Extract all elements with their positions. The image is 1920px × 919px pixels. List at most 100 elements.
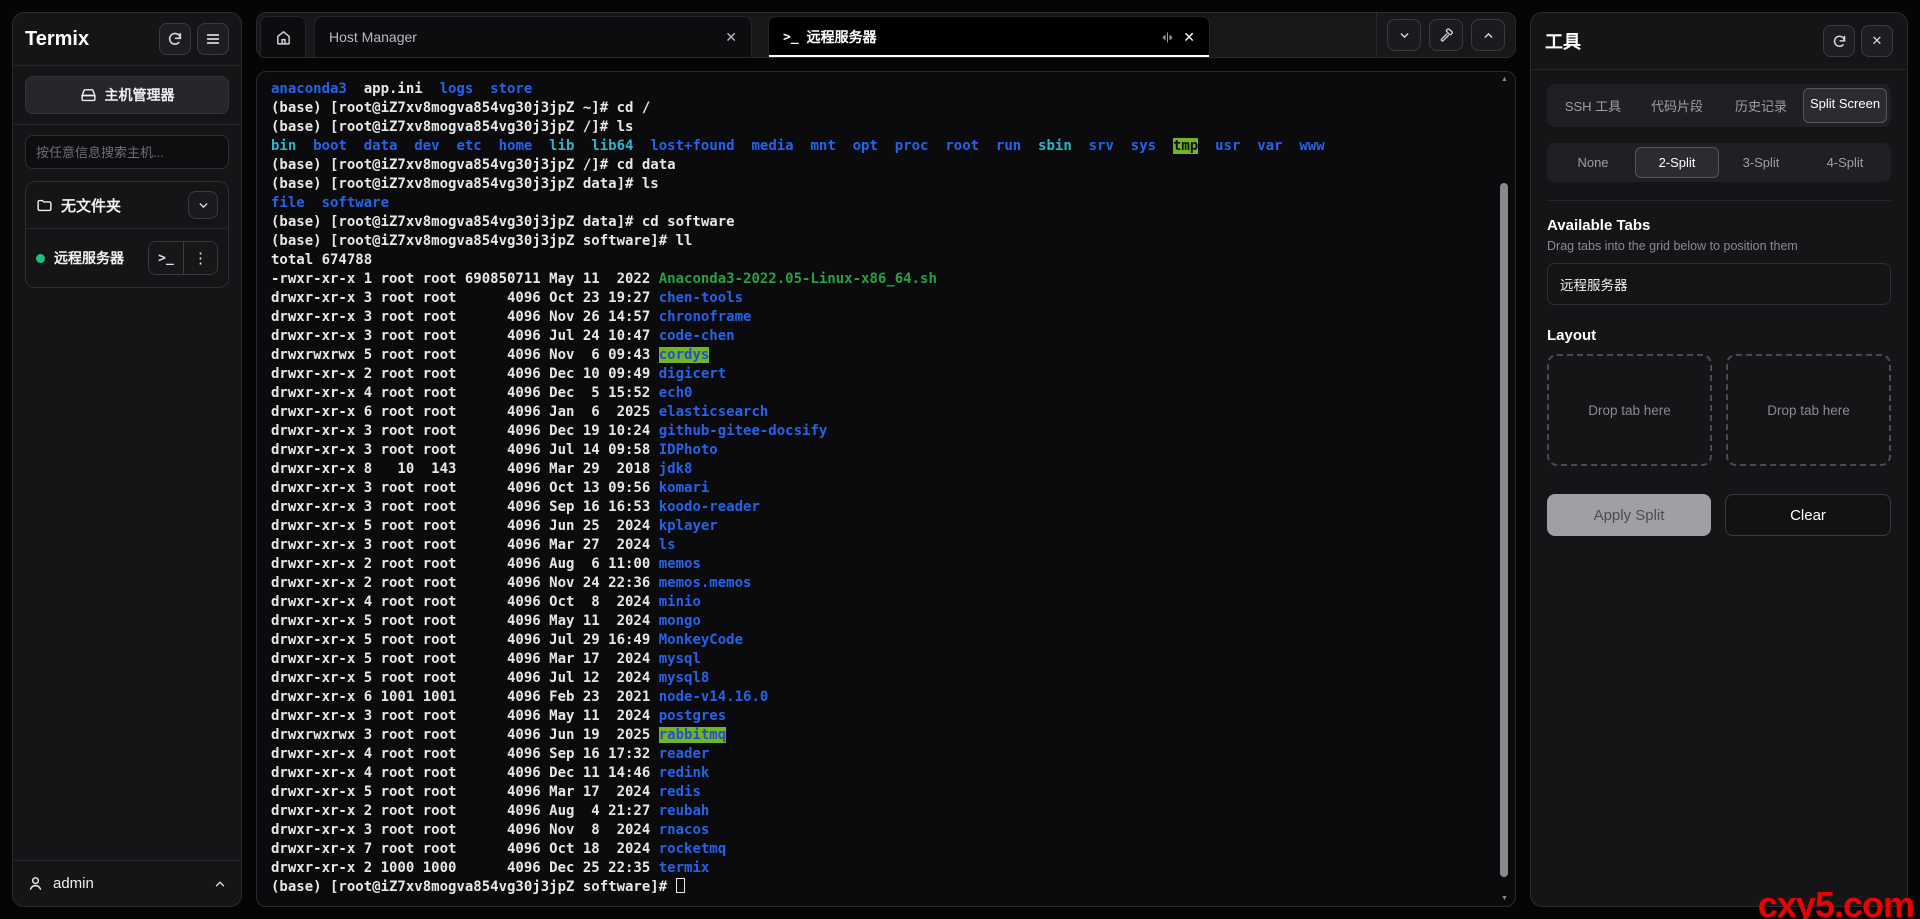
terminal-line: (base) [root@iZ7xv8mogva854vg30j3jpZ ~]#… [271, 99, 1489, 118]
server-icon [80, 87, 97, 104]
split-option-4[interactable]: 4-Split [1803, 147, 1887, 178]
host-more-button[interactable]: ⋮ [183, 242, 217, 274]
terminal-line: drwxr-xr-x 4 root root 4096 Sep 16 17:32… [271, 745, 1489, 764]
terminal-scrollbar[interactable]: ▲ ▼ [1499, 76, 1509, 902]
terminal-line: (base) [root@iZ7xv8mogva854vg30j3jpZ /]#… [271, 118, 1489, 137]
folder-collapse-button[interactable] [188, 191, 218, 219]
terminal-line: drwxr-xr-x 3 root root 4096 Oct 13 09:56… [271, 479, 1489, 498]
tab-bar-controls [1376, 13, 1515, 57]
tab-close-icon[interactable]: ✕ [1183, 29, 1195, 46]
terminal-line: drwxr-xr-x 3 root root 4096 May 11 2024 … [271, 707, 1489, 726]
host-terminal-button[interactable]: >_ [149, 242, 183, 274]
tools-tab-bar: SSH 工具 代码片段 历史记录 Split Screen [1547, 84, 1891, 127]
terminal-line: drwxr-xr-x 2 1000 1000 4096 Dec 25 22:35… [271, 859, 1489, 878]
terminal-line: drwxr-xr-x 2 root root 4096 Aug 4 21:27 … [271, 802, 1489, 821]
sidebar-refresh-button[interactable] [159, 23, 191, 55]
layout-title: Layout [1547, 327, 1891, 344]
tab-host-manager-label: Host Manager [329, 29, 417, 45]
home-tab[interactable] [260, 16, 306, 57]
tab-snippets[interactable]: 代码片段 [1635, 88, 1719, 123]
search-input[interactable] [25, 135, 229, 169]
terminal-line: bin boot data dev etc home lib lib64 los… [271, 137, 1489, 156]
clear-button[interactable]: Clear [1725, 494, 1891, 536]
scroll-down-arrow[interactable]: ▼ [1501, 895, 1508, 902]
terminal-line: drwxr-xr-x 3 root root 4096 Oct 23 19:27… [271, 289, 1489, 308]
collapse-down-button[interactable] [1387, 19, 1421, 51]
terminal-line: -rwxr-xr-x 1 root root 690850711 May 11 … [271, 270, 1489, 289]
tools-refresh-button[interactable] [1823, 25, 1855, 57]
host-manager-label: 主机管理器 [105, 85, 175, 105]
user-name: admin [53, 875, 204, 892]
folder-icon [36, 197, 53, 214]
split-option-none[interactable]: None [1551, 147, 1635, 178]
terminal-line: drwxr-xr-x 5 root root 4096 Jul 29 16:49… [271, 631, 1489, 650]
host-manager-section: 主机管理器 [13, 66, 241, 125]
tools-header: 工具 ✕ [1531, 13, 1907, 70]
chevron-down-icon [197, 199, 210, 212]
terminal-line: drwxr-xr-x 5 root root 4096 Jun 25 2024 … [271, 517, 1489, 536]
home-icon [275, 29, 292, 46]
apply-split-button[interactable]: Apply Split [1547, 494, 1711, 536]
terminal-line: anaconda3 app.ini logs store [271, 80, 1489, 99]
collapse-up-button[interactable] [1471, 19, 1505, 51]
host-status-dot [36, 254, 45, 263]
tab-split-screen[interactable]: Split Screen [1803, 88, 1887, 123]
folder-label: 无文件夹 [61, 195, 180, 216]
user-icon [27, 875, 44, 892]
divider [1547, 200, 1891, 201]
available-tabs-title: Available Tabs [1547, 217, 1891, 234]
terminal-line: drwxr-xr-x 4 root root 4096 Dec 11 14:46… [271, 764, 1489, 783]
search-section [13, 125, 241, 177]
terminal-panel[interactable]: anaconda3 app.ini logs store(base) [root… [256, 71, 1516, 907]
terminal-line: drwxrwxrwx 5 root root 4096 Nov 6 09:43 … [271, 346, 1489, 365]
terminal-line: (base) [root@iZ7xv8mogva854vg30j3jpZ sof… [271, 232, 1489, 251]
available-tab-chip[interactable]: 远程服务器 [1547, 263, 1891, 305]
drop-zone-2[interactable]: Drop tab here [1726, 354, 1891, 466]
terminal-line: drwxr-xr-x 6 1001 1001 4096 Feb 23 2021 … [271, 688, 1489, 707]
tools-close-button[interactable]: ✕ [1861, 25, 1893, 57]
tab-history[interactable]: 历史记录 [1719, 88, 1803, 123]
hammer-icon [1439, 28, 1454, 43]
terminal-line: drwxr-xr-x 7 root root 4096 Oct 18 2024 … [271, 840, 1489, 859]
terminal-icon: >_ [783, 30, 799, 45]
scrollbar-thumb[interactable] [1500, 183, 1508, 877]
host-manager-button[interactable]: 主机管理器 [25, 76, 229, 114]
chevron-up-icon [1482, 29, 1495, 42]
scroll-up-arrow[interactable]: ▲ [1501, 76, 1508, 83]
tools-title: 工具 [1545, 28, 1581, 54]
split-option-bar: None 2-Split 3-Split 4-Split [1547, 143, 1891, 182]
watermark: cxy5.com [1758, 884, 1914, 919]
terminal-line: drwxr-xr-x 2 root root 4096 Aug 6 11:00 … [271, 555, 1489, 574]
chevron-down-icon [1398, 29, 1411, 42]
app-root: Termix 主机管理器 [0, 0, 1920, 919]
tools-toggle-button[interactable] [1429, 19, 1463, 51]
folder-group: 无文件夹 远程服务器 >_ ⋮ [25, 181, 229, 288]
terminal-line: drwxr-xr-x 4 root root 4096 Dec 5 15:52 … [271, 384, 1489, 403]
tab-close-icon[interactable]: ✕ [725, 29, 737, 46]
host-list-item[interactable]: 远程服务器 >_ ⋮ [26, 229, 228, 287]
folder-header[interactable]: 无文件夹 [26, 182, 228, 229]
close-icon: ✕ [1872, 33, 1883, 49]
terminal-line: drwxr-xr-x 2 root root 4096 Dec 10 09:49… [271, 365, 1489, 384]
drop-zone-1[interactable]: Drop tab here [1547, 354, 1712, 466]
tab-host-manager[interactable]: Host Manager ✕ [314, 16, 752, 57]
terminal-line: total 674788 [271, 251, 1489, 270]
dots-vertical-icon: ⋮ [193, 249, 208, 267]
user-section[interactable]: admin [13, 860, 241, 906]
split-actions: Apply Split Clear [1547, 494, 1891, 536]
tab-remote-server[interactable]: >_ 远程服务器 ✕ [768, 16, 1210, 57]
split-view-icon[interactable] [1160, 30, 1175, 45]
terminal-line: drwxrwxrwx 3 root root 4096 Jun 19 2025 … [271, 726, 1489, 745]
tab-ssh-tools[interactable]: SSH 工具 [1551, 88, 1635, 123]
terminal-line: drwxr-xr-x 3 root root 4096 Jul 14 09:58… [271, 441, 1489, 460]
split-option-3[interactable]: 3-Split [1719, 147, 1803, 178]
sidebar-menu-button[interactable] [197, 23, 229, 55]
terminal-line: (base) [root@iZ7xv8mogva854vg30j3jpZ dat… [271, 213, 1489, 232]
split-option-2[interactable]: 2-Split [1635, 147, 1719, 178]
terminal-line: drwxr-xr-x 3 root root 4096 Mar 27 2024 … [271, 536, 1489, 555]
terminal-line: drwxr-xr-x 8 10 143 4096 Mar 29 2018 jdk… [271, 460, 1489, 479]
terminal-line: drwxr-xr-x 5 root root 4096 Jul 12 2024 … [271, 669, 1489, 688]
terminal-output: anaconda3 app.ini logs store(base) [root… [271, 80, 1489, 897]
host-actions: >_ ⋮ [148, 241, 218, 275]
terminal-line: drwxr-xr-x 3 root root 4096 Jul 24 10:47… [271, 327, 1489, 346]
